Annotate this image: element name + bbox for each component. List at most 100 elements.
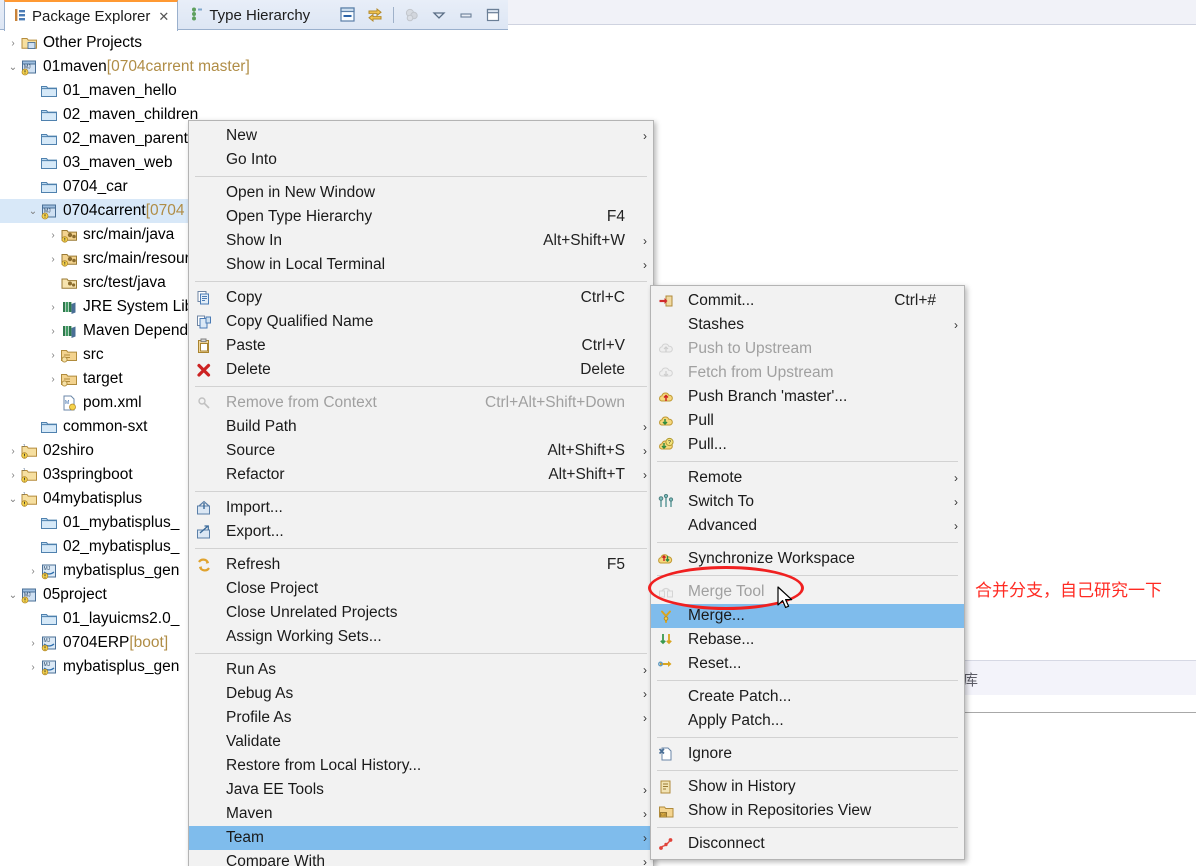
chevron-right-icon[interactable]: › bbox=[6, 31, 20, 55]
menu-item-switch-to[interactable]: Switch To › bbox=[651, 490, 964, 514]
menu-item-copy[interactable]: Copy Ctrl+C bbox=[189, 286, 653, 310]
menu-icon-placeholder bbox=[189, 708, 219, 728]
menu-icon-placeholder bbox=[189, 255, 219, 275]
chevron-down-icon[interactable]: ⌄ bbox=[6, 583, 20, 607]
menu-item-source[interactable]: Source Alt+Shift+S › bbox=[189, 439, 653, 463]
chevron-right-icon[interactable]: › bbox=[46, 367, 60, 391]
menu-item-refresh[interactable]: Refresh F5 bbox=[189, 553, 653, 577]
menu-item-label: Java EE Tools bbox=[226, 781, 324, 798]
menu-item-refactor[interactable]: Refactor Alt+Shift+T › bbox=[189, 463, 653, 487]
paste-icon bbox=[189, 336, 219, 356]
chevron-right-icon[interactable]: › bbox=[6, 439, 20, 463]
view-tab-type-hierarchy[interactable]: Type Hierarchy bbox=[182, 1, 318, 30]
tree-item-branch-label: [0704 bbox=[145, 202, 185, 219]
menu-item-profile-as[interactable]: Profile As › bbox=[189, 706, 653, 730]
menu-item-delete[interactable]: Delete Delete bbox=[189, 358, 653, 382]
chevron-right-icon[interactable]: › bbox=[46, 247, 60, 271]
menu-item-go-into[interactable]: Go Into bbox=[189, 148, 653, 172]
menu-item-label: Close Project bbox=[226, 580, 319, 597]
menu-item-label: Show in History bbox=[688, 778, 796, 795]
menu-item-label: Refactor bbox=[226, 466, 285, 483]
collapse-all-icon[interactable] bbox=[339, 6, 357, 24]
menu-item-pull[interactable]: Pull bbox=[651, 409, 964, 433]
menu-icon-placeholder bbox=[189, 732, 219, 752]
background-panel bbox=[945, 660, 1196, 695]
link-with-editor-icon[interactable] bbox=[366, 6, 384, 24]
menu-item-disconnect[interactable]: Disconnect bbox=[651, 832, 964, 856]
menu-item-paste[interactable]: Paste Ctrl+V bbox=[189, 334, 653, 358]
menu-icon-placeholder bbox=[189, 828, 219, 848]
menu-item-commit[interactable]: Commit... Ctrl+# bbox=[651, 289, 964, 313]
menu-item-advanced[interactable]: Advanced › bbox=[651, 514, 964, 538]
menu-item-show-in-history[interactable]: Show in History bbox=[651, 775, 964, 799]
menu-separator bbox=[195, 176, 647, 177]
chevron-right-icon[interactable]: › bbox=[46, 319, 60, 343]
menu-item-close-project[interactable]: Close Project bbox=[189, 577, 653, 601]
menu-item-push-branch-master[interactable]: Push Branch 'master'... bbox=[651, 385, 964, 409]
menu-item-restore-from-local-history[interactable]: Restore from Local History... bbox=[189, 754, 653, 778]
menu-item-label: Close Unrelated Projects bbox=[226, 604, 398, 621]
menu-item-label: Team bbox=[226, 829, 264, 846]
reset-icon bbox=[651, 654, 681, 674]
tree-item[interactable]: › Other Projects bbox=[0, 31, 507, 55]
minimize-icon[interactable] bbox=[457, 6, 475, 24]
menu-item-show-in-repositories-view[interactable]: GIT Show in Repositories View bbox=[651, 799, 964, 823]
menu-item-debug-as[interactable]: Debug As › bbox=[189, 682, 653, 706]
twisty-placeholder bbox=[46, 271, 60, 295]
twisty-placeholder bbox=[26, 151, 40, 175]
project-context-menu[interactable]: New › Go Into Open in New Window Open Type H… bbox=[188, 120, 654, 866]
menu-item-new[interactable]: New › bbox=[189, 124, 653, 148]
menu-item-remote[interactable]: Remote › bbox=[651, 466, 964, 490]
menu-item-java-ee-tools[interactable]: Java EE Tools › bbox=[189, 778, 653, 802]
menu-item-maven[interactable]: Maven › bbox=[189, 802, 653, 826]
menu-item-run-as[interactable]: Run As › bbox=[189, 658, 653, 682]
source-folder-missing-icon bbox=[60, 274, 78, 292]
menu-item-validate[interactable]: Validate bbox=[189, 730, 653, 754]
menu-item-team[interactable]: Team › bbox=[189, 826, 653, 850]
menu-item-create-patch[interactable]: Create Patch... bbox=[651, 685, 964, 709]
menu-separator bbox=[657, 461, 958, 462]
refresh-icon bbox=[189, 555, 219, 575]
package-explorer-icon bbox=[13, 8, 27, 26]
chevron-right-icon[interactable]: › bbox=[46, 343, 60, 367]
menu-item-pull[interactable]: ? Pull... bbox=[651, 433, 964, 457]
tree-item-label: 01maven bbox=[43, 58, 107, 75]
menu-item-show-in[interactable]: Show In Alt+Shift+W › bbox=[189, 229, 653, 253]
view-menu-chevron-down-icon[interactable] bbox=[430, 6, 448, 24]
maximize-icon[interactable] bbox=[484, 6, 502, 24]
menu-item-label: Maven bbox=[226, 805, 273, 822]
menu-item-export[interactable]: Export... bbox=[189, 520, 653, 544]
chevron-right-icon[interactable]: › bbox=[26, 655, 40, 679]
close-icon[interactable]: ✕ bbox=[158, 9, 169, 25]
focus-on-active-task-icon[interactable] bbox=[403, 6, 421, 24]
menu-item-open-in-new-window[interactable]: Open in New Window bbox=[189, 181, 653, 205]
chevron-down-icon[interactable]: ⌄ bbox=[6, 487, 20, 511]
menu-item-copy-qualified-name[interactable]: Copy Qualified Name bbox=[189, 310, 653, 334]
menu-item-close-unrelated-projects[interactable]: Close Unrelated Projects bbox=[189, 601, 653, 625]
chevron-right-icon[interactable]: › bbox=[46, 223, 60, 247]
menu-item-reset[interactable]: Reset... bbox=[651, 652, 964, 676]
menu-item-import[interactable]: Import... bbox=[189, 496, 653, 520]
view-tab-package-explorer[interactable]: Package Explorer ✕ bbox=[4, 0, 179, 31]
menu-item-label: Advanced bbox=[688, 517, 757, 534]
twisty-placeholder bbox=[26, 79, 40, 103]
menu-item-assign-working-sets[interactable]: Assign Working Sets... bbox=[189, 625, 653, 649]
menu-item-rebase[interactable]: Rebase... bbox=[651, 628, 964, 652]
tree-item[interactable]: 01_maven_hello bbox=[0, 79, 507, 103]
folder-blue-icon bbox=[40, 418, 58, 436]
chevron-down-icon[interactable]: ⌄ bbox=[26, 199, 40, 223]
menu-icon-placeholder bbox=[189, 465, 219, 485]
menu-item-compare-with[interactable]: Compare With › bbox=[189, 850, 653, 866]
menu-item-build-path[interactable]: Build Path › bbox=[189, 415, 653, 439]
tree-item[interactable]: ⌄ MJ 01maven [0704carrent master] bbox=[0, 55, 507, 79]
menu-item-open-type-hierarchy[interactable]: Open Type Hierarchy F4 bbox=[189, 205, 653, 229]
menu-item-ignore[interactable]: Ignore bbox=[651, 742, 964, 766]
menu-item-show-in-local-terminal[interactable]: Show in Local Terminal › bbox=[189, 253, 653, 277]
chevron-down-icon[interactable]: ⌄ bbox=[6, 55, 20, 79]
chevron-right-icon[interactable]: › bbox=[46, 295, 60, 319]
chevron-right-icon[interactable]: › bbox=[26, 559, 40, 583]
menu-item-apply-patch[interactable]: Apply Patch... bbox=[651, 709, 964, 733]
menu-item-stashes[interactable]: Stashes › bbox=[651, 313, 964, 337]
chevron-right-icon[interactable]: › bbox=[26, 631, 40, 655]
chevron-right-icon[interactable]: › bbox=[6, 463, 20, 487]
